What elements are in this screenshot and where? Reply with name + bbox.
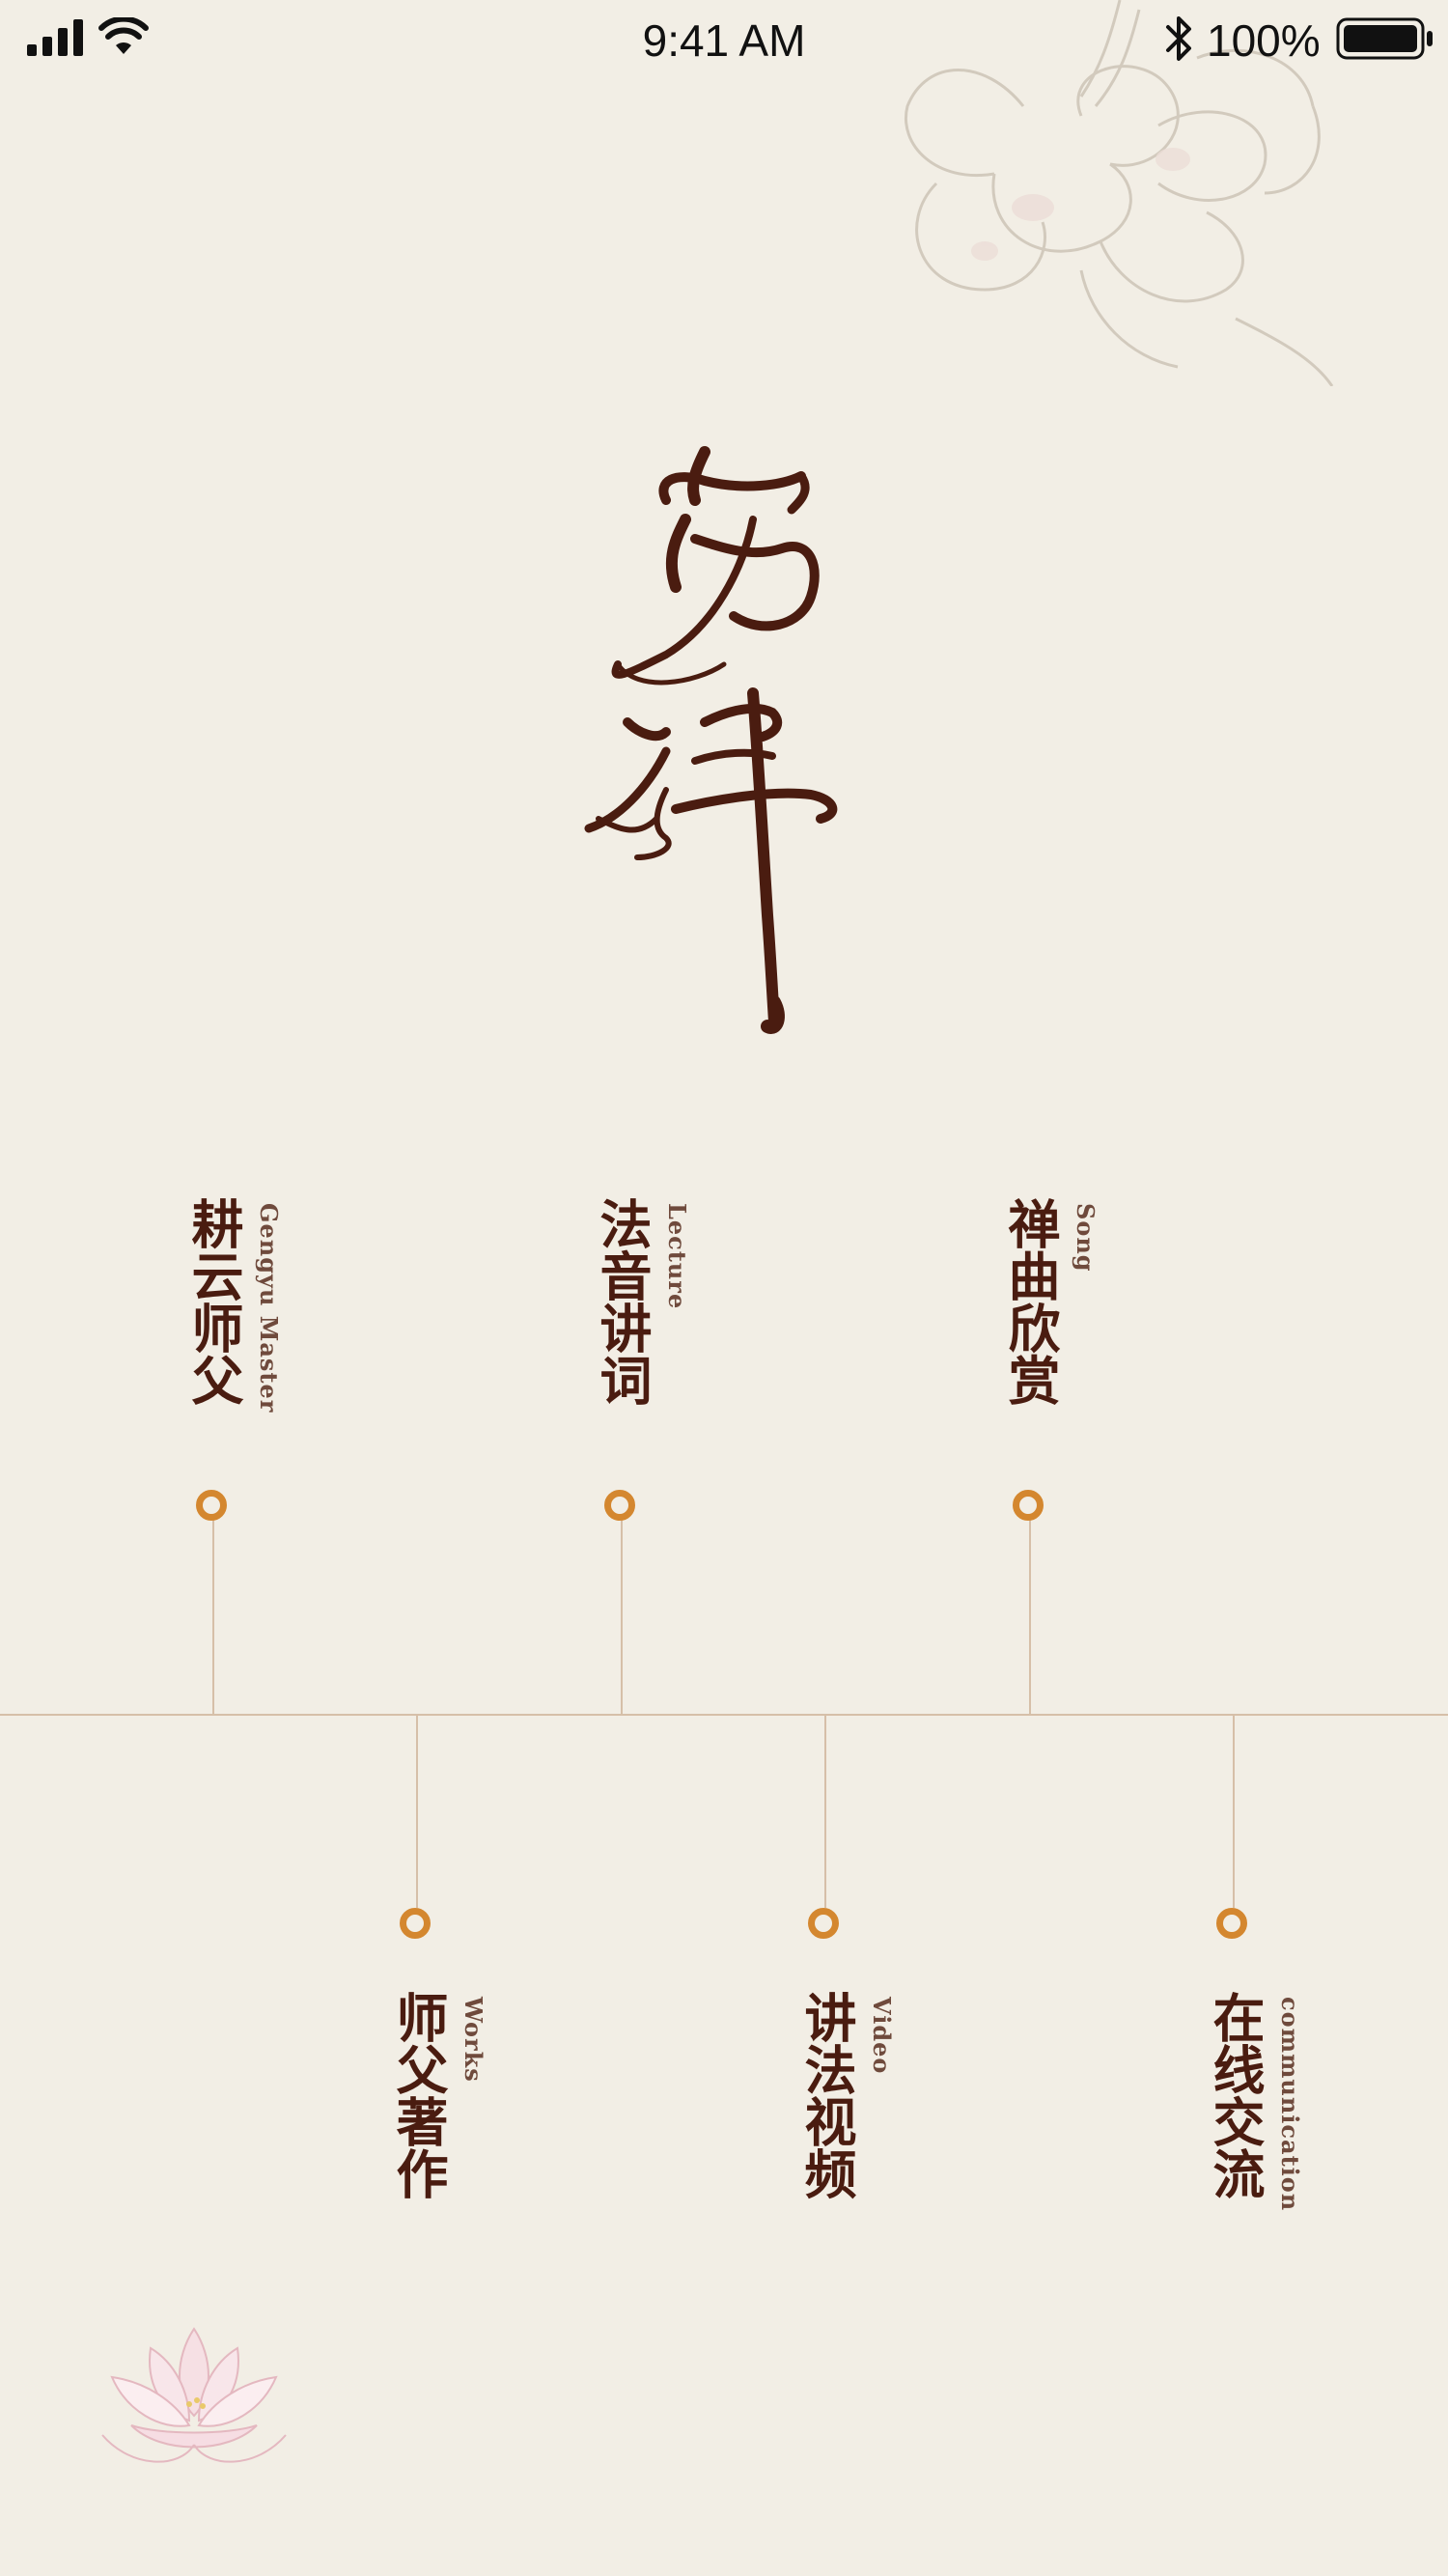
timeline-stem (212, 1516, 214, 1715)
timeline-stem (1233, 1715, 1235, 1908)
lotus-illustration (101, 2327, 287, 2463)
nav-label-en: Gengyu Master (255, 1203, 283, 1414)
nav-label-zh: 法音讲词 (591, 1197, 652, 1406)
timeline-axis (0, 1714, 1448, 1716)
nav-label-en: Song (1072, 1203, 1100, 1273)
timeline-node-video[interactable] (808, 1908, 839, 1939)
nav-item-works[interactable]: 师父著作 Works (387, 1991, 523, 2242)
nav-label-zh: 耕云师父 (182, 1197, 243, 1406)
timeline-node-song[interactable] (1013, 1490, 1044, 1521)
nav-label-en: Lecture (663, 1203, 691, 1310)
nav-item-gengyu-master[interactable]: 耕云师父 Gengyu Master (182, 1197, 319, 1448)
nav-label-zh: 讲法视频 (795, 1991, 856, 2199)
timeline-node-lecture[interactable] (604, 1490, 635, 1521)
timeline-stem (621, 1516, 623, 1715)
timeline-stem (1029, 1516, 1031, 1715)
calligraphy-logo (584, 446, 838, 1034)
nav-label-zh: 师父著作 (387, 1991, 448, 2199)
nav-item-communication[interactable]: 在线交流 communication (1204, 1991, 1340, 2242)
nav-label-en: Video (868, 1997, 896, 2075)
timeline-node-gengyu-master[interactable] (196, 1490, 227, 1521)
nav-label-en: Works (459, 1997, 487, 2083)
timeline-node-communication[interactable] (1216, 1908, 1247, 1939)
nav-label-zh: 禅曲欣赏 (999, 1197, 1060, 1406)
battery-icon (1336, 17, 1433, 60)
nav-label-zh: 在线交流 (1204, 1991, 1265, 2199)
battery-percentage: 100% (1207, 15, 1321, 66)
nav-item-song[interactable]: 禅曲欣赏 Song (999, 1197, 1135, 1448)
nav-item-video[interactable]: 讲法视频 Video (795, 1991, 932, 2242)
timeline-stem (824, 1715, 826, 1908)
timeline-stem (416, 1715, 418, 1908)
nav-label-en: communication (1276, 1997, 1304, 2212)
nav-item-lecture[interactable]: 法音讲词 Lecture (591, 1197, 727, 1448)
bluetooth-icon (1166, 16, 1191, 61)
timeline-node-works[interactable] (400, 1908, 431, 1939)
status-bar: 9:41 AM 100% (0, 0, 1448, 83)
